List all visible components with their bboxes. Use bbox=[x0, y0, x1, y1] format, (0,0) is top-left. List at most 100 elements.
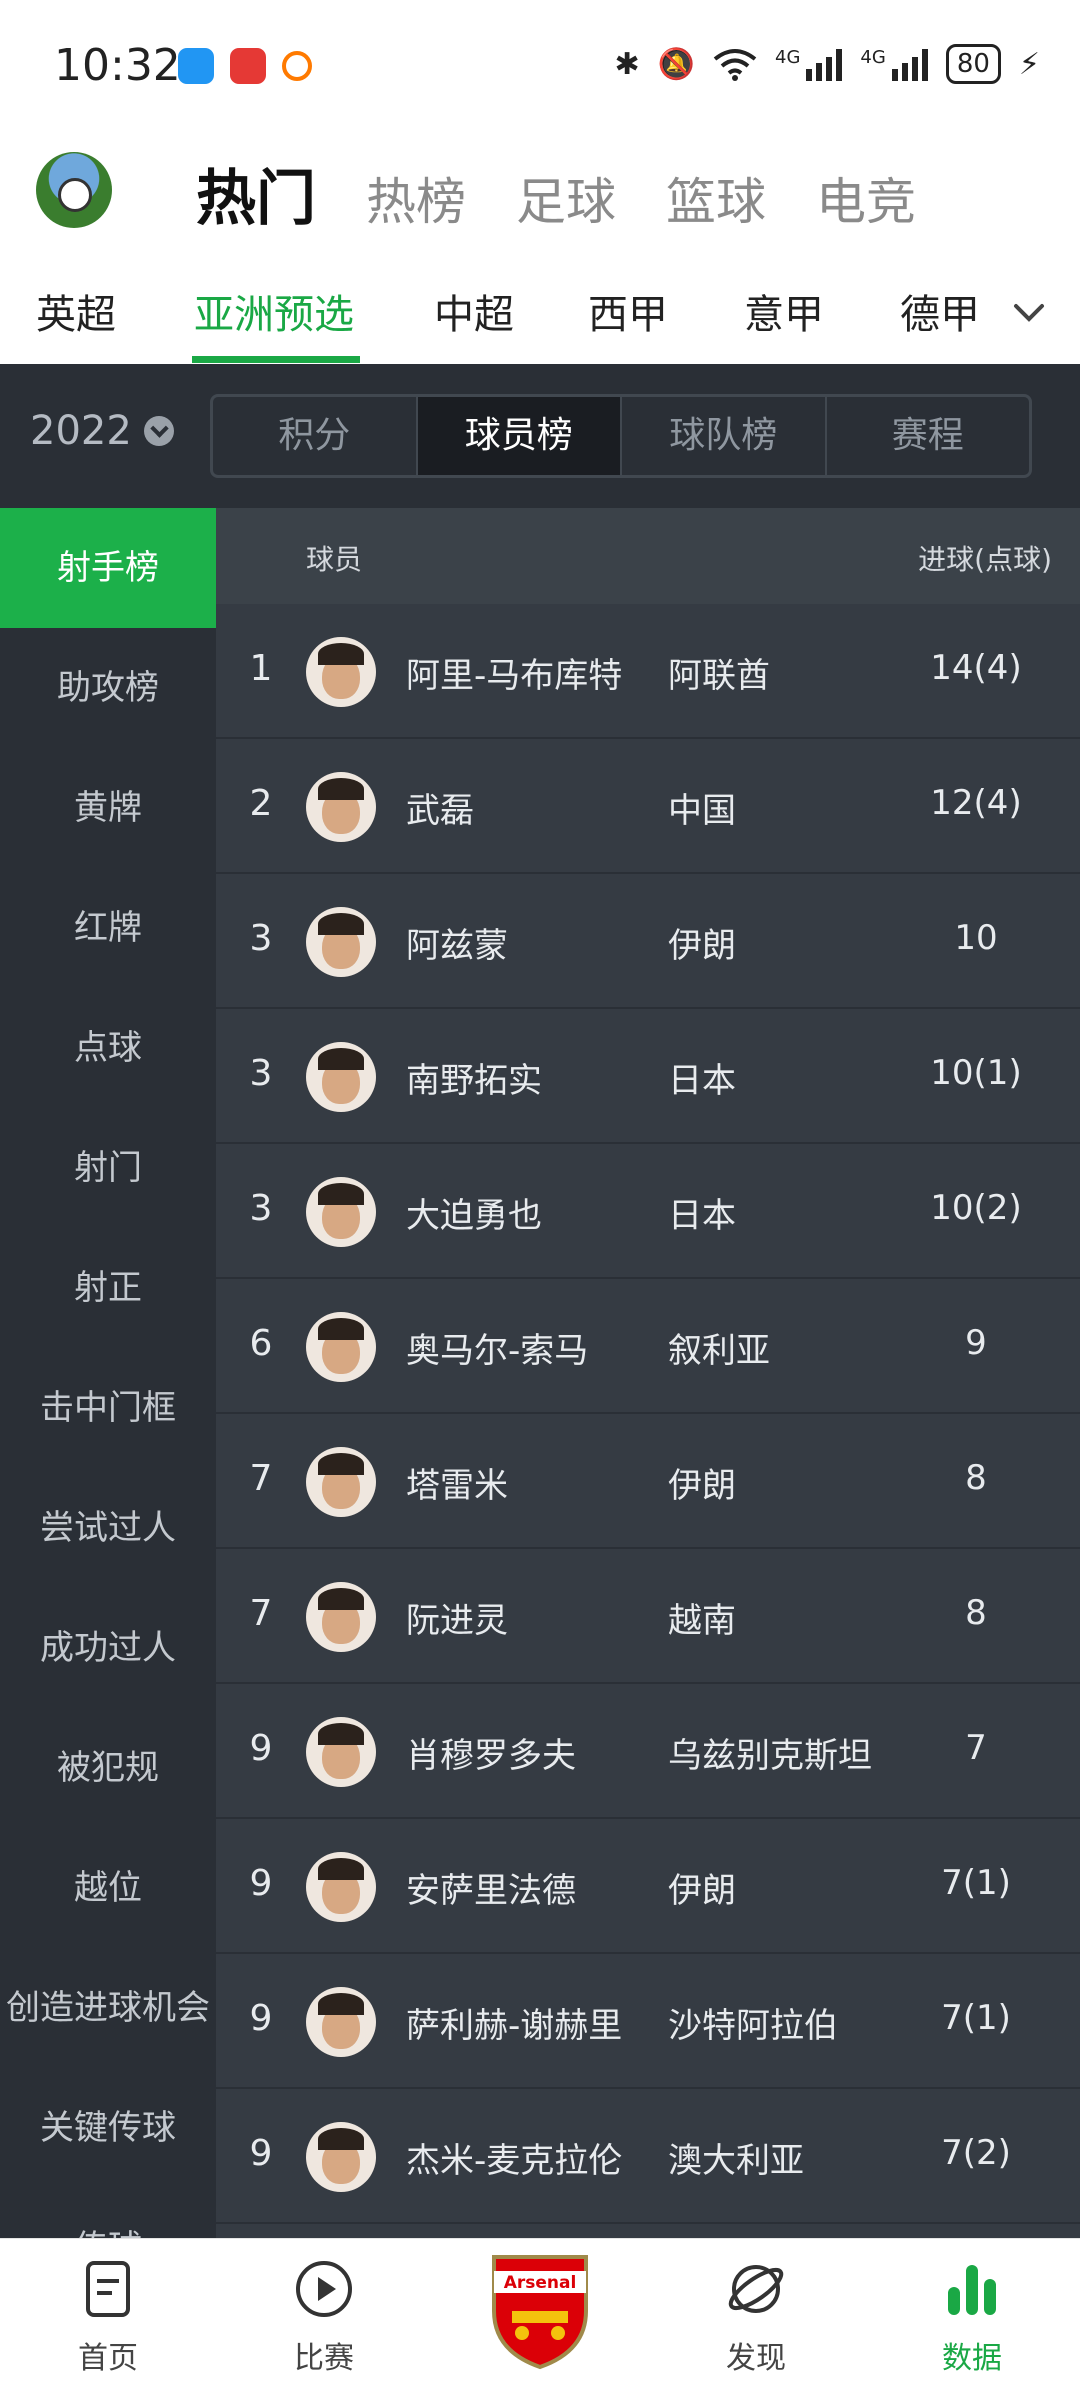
sidebar-item-shots-on-target[interactable]: 射正 bbox=[0, 1228, 216, 1348]
chevron-down-icon bbox=[143, 416, 174, 446]
nav-data[interactable]: 数据 bbox=[912, 2257, 1032, 2377]
rank: 3 bbox=[249, 1053, 273, 1094]
table-row[interactable]: 7 塔雷米 伊朗 8 bbox=[216, 1414, 1080, 1549]
league-tab-premier[interactable]: 英超 bbox=[36, 282, 116, 340]
player-avatar bbox=[306, 1447, 376, 1517]
player-name: 阿兹蒙 bbox=[406, 926, 508, 966]
player-name: 武磊 bbox=[406, 791, 474, 831]
segment-standings[interactable]: 积分 bbox=[213, 397, 418, 475]
player-avatar bbox=[306, 637, 376, 707]
player-country: 越南 bbox=[668, 1601, 736, 1641]
player-country: 日本 bbox=[668, 1061, 736, 1101]
chevron-down-icon[interactable] bbox=[1012, 296, 1046, 330]
avatar[interactable] bbox=[36, 152, 112, 228]
table-row[interactable]: 3 阿兹蒙 伊朗 10 bbox=[216, 874, 1080, 1009]
table-row[interactable]: 3 大迫勇也 日本 10(2) bbox=[216, 1144, 1080, 1279]
player-country: 叙利亚 bbox=[668, 1331, 770, 1371]
league-tab-asia-qualifiers[interactable]: 亚洲预选 bbox=[194, 282, 354, 340]
player-avatar bbox=[306, 1042, 376, 1112]
table-row[interactable]: 9 萨利赫-谢赫里 沙特阿拉伯 7(1) bbox=[216, 1954, 1080, 2089]
player-country: 日本 bbox=[668, 1196, 736, 1236]
app-header: 热门 热榜 足球 篮球 电竞 bbox=[0, 130, 1080, 250]
sidebar-item-passes[interactable]: 传球 bbox=[0, 2188, 216, 2238]
segment-schedule[interactable]: 赛程 bbox=[827, 397, 1030, 475]
tab-basketball[interactable]: 篮球 bbox=[666, 162, 766, 234]
bottom-navigation: 首页 比赛 Arsenal 发现 数据 bbox=[0, 2238, 1080, 2388]
nav-home-label: 首页 bbox=[78, 2341, 138, 2376]
sidebar-item-offsides[interactable]: 越位 bbox=[0, 1828, 216, 1948]
league-tab-laliga[interactable]: 西甲 bbox=[588, 282, 668, 340]
nav-discover-label: 发现 bbox=[726, 2341, 786, 2376]
message-app-icon bbox=[178, 48, 214, 84]
player-name: 杰米-麦克拉伦 bbox=[406, 2141, 623, 2181]
league-tabs: 英超 亚洲预选 中超 西甲 意甲 德甲 bbox=[0, 260, 1080, 364]
nav-home[interactable]: 首页 bbox=[48, 2257, 168, 2377]
player-avatar bbox=[306, 1987, 376, 2057]
nav-discover[interactable]: 发现 bbox=[696, 2257, 816, 2377]
nav-matches[interactable]: 比赛 bbox=[264, 2257, 384, 2377]
rank: 6 bbox=[249, 1323, 273, 1364]
player-country: 沙特阿拉伯 bbox=[668, 2006, 838, 2046]
player-goals: 14(4) bbox=[930, 648, 1022, 688]
sidebar-item-chances-created[interactable]: 创造进球机会 bbox=[0, 1948, 216, 2068]
table-row[interactable]: 7 阮进灵 越南 8 bbox=[216, 1549, 1080, 1684]
charging-icon: ⚡ bbox=[1018, 46, 1040, 82]
table-row[interactable]: 6 奥马尔-索马 叙利亚 9 bbox=[216, 1279, 1080, 1414]
league-tab-csl[interactable]: 中超 bbox=[434, 282, 514, 340]
sidebar-item-key-passes[interactable]: 关键传球 bbox=[0, 2068, 216, 2188]
sidebar-item-red-cards[interactable]: 红牌 bbox=[0, 868, 216, 988]
player-name: 南野拓实 bbox=[406, 1061, 542, 1101]
player-avatar bbox=[306, 1852, 376, 1922]
player-name: 塔雷米 bbox=[406, 1466, 508, 1506]
segment-player-rankings[interactable]: 球员榜 bbox=[417, 397, 622, 475]
tab-football[interactable]: 足球 bbox=[516, 162, 616, 234]
tab-hot-list[interactable]: 热榜 bbox=[366, 162, 466, 234]
rank: 3 bbox=[249, 918, 273, 959]
sidebar-item-top-scorers[interactable]: 射手榜 bbox=[0, 508, 216, 628]
rank: 7 bbox=[249, 1593, 273, 1634]
table-row[interactable]: 2 武磊 中国 12(4) bbox=[216, 739, 1080, 874]
league-tab-seriea[interactable]: 意甲 bbox=[744, 282, 824, 340]
sidebar-item-dribbles-won[interactable]: 成功过人 bbox=[0, 1588, 216, 1708]
season-selector[interactable]: 2022 bbox=[30, 408, 174, 454]
rank: 1 bbox=[249, 648, 273, 689]
stats-panel: 2022 积分 球员榜 球队榜 赛程 射手榜 助攻榜 黄牌 红牌 点球 射门 射… bbox=[0, 364, 1080, 2238]
player-goals: 7 bbox=[965, 1728, 987, 1768]
player-avatar bbox=[306, 1177, 376, 1247]
sidebar-item-assists[interactable]: 助攻榜 bbox=[0, 628, 216, 748]
player-name: 奥马尔-索马 bbox=[406, 1331, 589, 1371]
table-row[interactable]: 3 南野拓实 日本 10(1) bbox=[216, 1009, 1080, 1144]
league-tab-bundesliga[interactable]: 德甲 bbox=[900, 282, 980, 340]
sidebar-item-dribbles-attempted[interactable]: 尝试过人 bbox=[0, 1468, 216, 1588]
stat-category-sidebar: 射手榜 助攻榜 黄牌 红牌 点球 射门 射正 击中门框 尝试过人 成功过人 被犯… bbox=[0, 508, 216, 2238]
bluetooth-icon: ✱ bbox=[614, 46, 640, 82]
sidebar-item-shots[interactable]: 射门 bbox=[0, 1108, 216, 1228]
table-row[interactable]: 1 阿里-马布库特 阿联酋 14(4) bbox=[216, 604, 1080, 739]
signal-icon-1: 4G bbox=[775, 47, 843, 81]
player-avatar bbox=[306, 1582, 376, 1652]
document-icon bbox=[86, 2261, 130, 2317]
table-header: 球员 进球(点球) bbox=[216, 508, 1080, 604]
tab-hot[interactable]: 热门 bbox=[196, 150, 316, 237]
table-row[interactable]: 9 杰米-麦克拉伦 澳大利亚 7(2) bbox=[216, 2089, 1080, 2224]
arsenal-crest-icon[interactable]: Arsenal bbox=[488, 2251, 592, 2371]
wifi-icon bbox=[713, 49, 757, 81]
smile-app-icon bbox=[282, 51, 312, 81]
table-row[interactable]: 9 安萨里法德 伊朗 7(1) bbox=[216, 1819, 1080, 1954]
player-goals: 8 bbox=[965, 1593, 987, 1633]
sidebar-item-yellow-cards[interactable]: 黄牌 bbox=[0, 748, 216, 868]
sidebar-item-fouled[interactable]: 被犯规 bbox=[0, 1708, 216, 1828]
signal-icon-2: 4G bbox=[860, 47, 928, 81]
nav-matches-label: 比赛 bbox=[294, 2341, 354, 2376]
player-avatar bbox=[306, 1717, 376, 1787]
system-icons: ✱ 🔕 4G 4G 80 ⚡ bbox=[615, 44, 1040, 84]
tab-esports[interactable]: 电竞 bbox=[816, 162, 916, 234]
table-row[interactable]: 9 肖穆罗多夫 乌兹别克斯坦 7 bbox=[216, 1684, 1080, 1819]
segment-team-rankings[interactable]: 球队榜 bbox=[622, 397, 827, 475]
player-goals: 10 bbox=[954, 918, 998, 958]
sidebar-item-woodwork[interactable]: 击中门框 bbox=[0, 1348, 216, 1468]
football-icon bbox=[58, 178, 92, 212]
rank: 9 bbox=[249, 1863, 273, 1904]
sidebar-item-penalties[interactable]: 点球 bbox=[0, 988, 216, 1108]
player-country: 伊朗 bbox=[668, 1466, 736, 1506]
